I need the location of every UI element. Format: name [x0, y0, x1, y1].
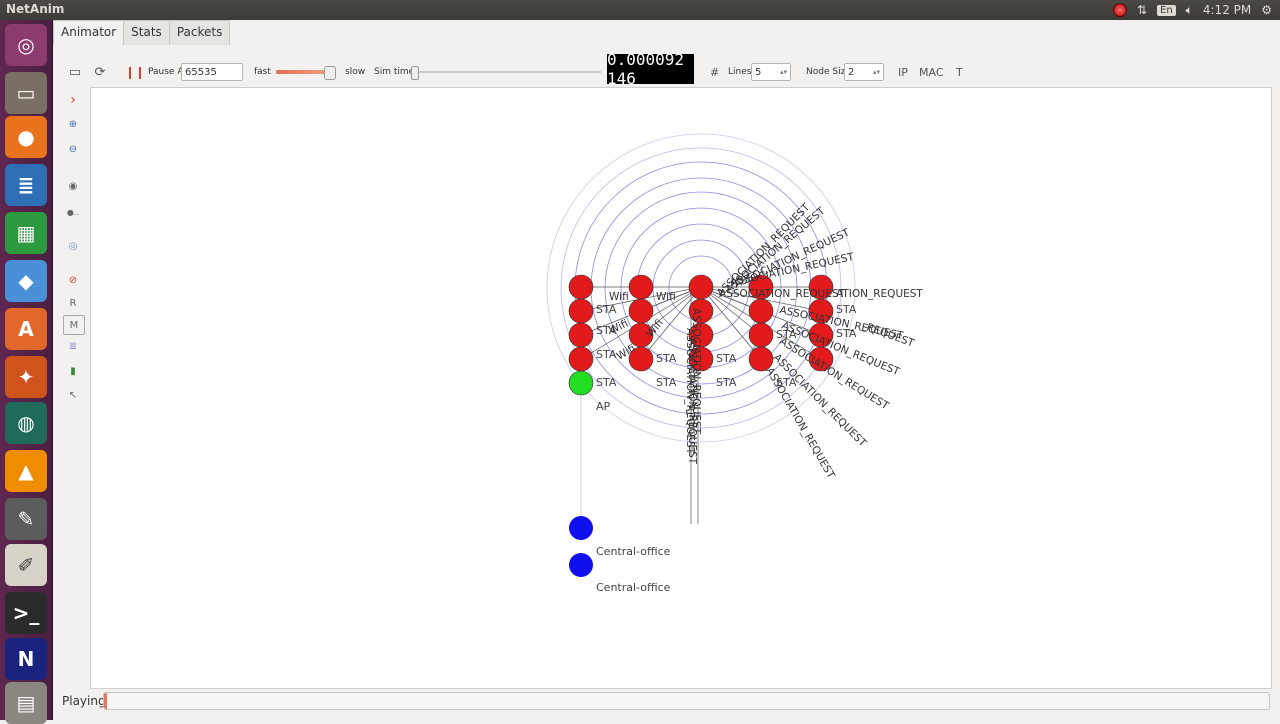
tab-bar: Animator Stats Packets — [53, 20, 231, 45]
calc-icon[interactable]: ▦ — [5, 212, 47, 254]
r-button[interactable]: R — [63, 294, 83, 312]
zoom-in-icon[interactable]: ⊕ — [63, 115, 83, 133]
tab-animator[interactable]: Animator — [53, 20, 125, 45]
m-button[interactable]: M — [63, 315, 85, 335]
sta-label: STA — [836, 303, 857, 316]
sta-node — [748, 322, 774, 348]
software-center-icon[interactable]: A — [5, 308, 47, 350]
sim-time-label: Sim time — [374, 67, 415, 77]
packet-label: ASSOCIATION_REQUEST — [686, 338, 698, 465]
sta-label: STA — [596, 348, 617, 361]
writer-icon[interactable]: ≣ — [5, 164, 47, 206]
sim-time-handle[interactable] — [411, 66, 419, 80]
firefox-icon[interactable]: ● — [5, 116, 47, 158]
netanim-icon[interactable]: N — [5, 638, 47, 680]
ap-label: AP — [596, 400, 611, 413]
globe-app-icon[interactable]: ◍ — [5, 402, 47, 444]
sta-label: STA — [716, 352, 737, 365]
settings-icon[interactable]: ✦ — [5, 356, 47, 398]
tab-packets[interactable]: Packets — [168, 20, 231, 45]
status-bar: Playing — [53, 690, 1280, 714]
pointer-icon[interactable]: ↖ — [63, 386, 83, 404]
play-chevron-icon[interactable]: › — [63, 91, 83, 109]
status-text: Playing — [62, 694, 106, 708]
office-node[interactable] — [569, 553, 593, 577]
node-shape-icon[interactable]: ◉ — [63, 177, 83, 195]
sta-node — [568, 322, 594, 348]
open-file-icon[interactable]: ▭ — [67, 64, 83, 80]
ap-node[interactable] — [568, 370, 594, 396]
keyboard-language[interactable]: En — [1157, 4, 1176, 16]
office-label: Central-office — [596, 581, 671, 594]
system-top-bar: NetAnim ⇅ En 🔈︎ 4:12 PM ⚙ — [0, 0, 1280, 20]
reload-icon[interactable]: ⟳ — [92, 64, 108, 80]
sim-time-slider[interactable] — [411, 66, 601, 80]
sim-time-display: 0.000092 146 — [607, 50, 694, 88]
pause-at-input[interactable]: 65535 — [181, 63, 243, 81]
vlc-icon[interactable]: ▲ — [5, 450, 47, 492]
sta-node — [568, 298, 594, 324]
tab-stats[interactable]: Stats — [123, 20, 170, 45]
sta-label: STA — [656, 352, 677, 365]
dash-icon[interactable]: ◎ — [5, 24, 47, 66]
spin-arrows-icon[interactable]: ▴▾ — [780, 68, 787, 76]
office-node[interactable] — [569, 516, 593, 540]
sta-node — [568, 274, 594, 300]
sta-node — [628, 298, 654, 324]
fast-label: fast — [254, 67, 271, 77]
speed-slider[interactable] — [276, 66, 336, 80]
volume-icon[interactable]: 🔈︎ — [1186, 3, 1193, 18]
mac-toggle[interactable]: MAC — [919, 66, 944, 79]
node-size-value: 2 — [848, 66, 855, 78]
system-tray: ⇅ En 🔈︎ 4:12 PM ⚙ — [1112, 0, 1272, 20]
lines-label: Lines — [728, 67, 752, 77]
office-label: Central-office — [596, 545, 671, 558]
playback-progress-bar — [103, 692, 1270, 710]
battery-icon[interactable]: ▮ — [63, 362, 83, 380]
network-icon[interactable]: ⇅ — [1137, 3, 1147, 17]
netanim-window: Animator Stats Packets ▭ ⟳ ❙❙ Pause At 6… — [53, 20, 1280, 720]
launcher: ◎ ▭ ● ≣ ▦ ◆ A ✦ ◍ ▲ ✎ ✐ >_ N ▤ — [0, 20, 53, 724]
no-entry-icon[interactable]: ⊘ — [63, 271, 83, 289]
slow-label: slow — [345, 67, 366, 77]
node-size-spinbox[interactable]: 2 ▴▾ — [844, 63, 884, 81]
list-icon[interactable]: ≣ — [63, 337, 83, 355]
grid-icon[interactable]: # — [710, 66, 719, 79]
packet-label: Wifi — [656, 291, 676, 303]
files-icon[interactable]: ▭ — [5, 72, 47, 114]
zoom-out-icon[interactable]: ⊖ — [63, 140, 83, 158]
cube-app-icon[interactable]: ◆ — [5, 260, 47, 302]
lines-spinbox[interactable]: 5 ▴▾ — [751, 63, 791, 81]
trash-icon[interactable]: ▤ — [5, 682, 47, 724]
t-toggle[interactable]: T — [956, 66, 963, 79]
packet-label: Wifi — [609, 291, 629, 303]
sta-label: STA — [596, 303, 617, 316]
gear-icon[interactable]: ⚙ — [1261, 3, 1272, 17]
lines-value: 5 — [755, 66, 762, 78]
window-title: NetAnim — [6, 2, 65, 16]
terminal-icon[interactable]: >_ — [5, 592, 47, 634]
animation-canvas[interactable]: STA STA STA STA STA STA STA STA STA STA … — [90, 87, 1272, 689]
sta-node — [748, 298, 774, 324]
sta-node — [688, 274, 714, 300]
sta-node — [628, 274, 654, 300]
pause-icon[interactable]: ❙❙ — [125, 64, 145, 80]
sta-label: STA — [656, 376, 677, 389]
packet-label: ATION_REQUEST — [836, 288, 923, 300]
sta-node — [568, 346, 594, 372]
clock[interactable]: 4:12 PM — [1203, 3, 1251, 17]
record-icon[interactable] — [1112, 3, 1127, 17]
speed-slider-handle[interactable] — [324, 66, 336, 80]
sta-label: STA — [596, 376, 617, 389]
topology-view: STA STA STA STA STA STA STA STA STA STA … — [546, 133, 923, 594]
sta-label: STA — [716, 376, 737, 389]
playback-progress-fill — [104, 693, 107, 709]
spin-arrows-icon[interactable]: ▴▾ — [873, 68, 880, 76]
text-editor-icon[interactable]: ✐ — [5, 544, 47, 586]
ip-toggle[interactable]: IP — [898, 66, 908, 79]
step-icon[interactable]: ●‥ — [63, 203, 83, 221]
wireless-circles-icon[interactable]: ◎ — [63, 237, 83, 255]
gimp-icon[interactable]: ✎ — [5, 498, 47, 540]
toolbar: ▭ ⟳ ❙❙ Pause At 65535 fast slow Sim time… — [53, 50, 1280, 90]
